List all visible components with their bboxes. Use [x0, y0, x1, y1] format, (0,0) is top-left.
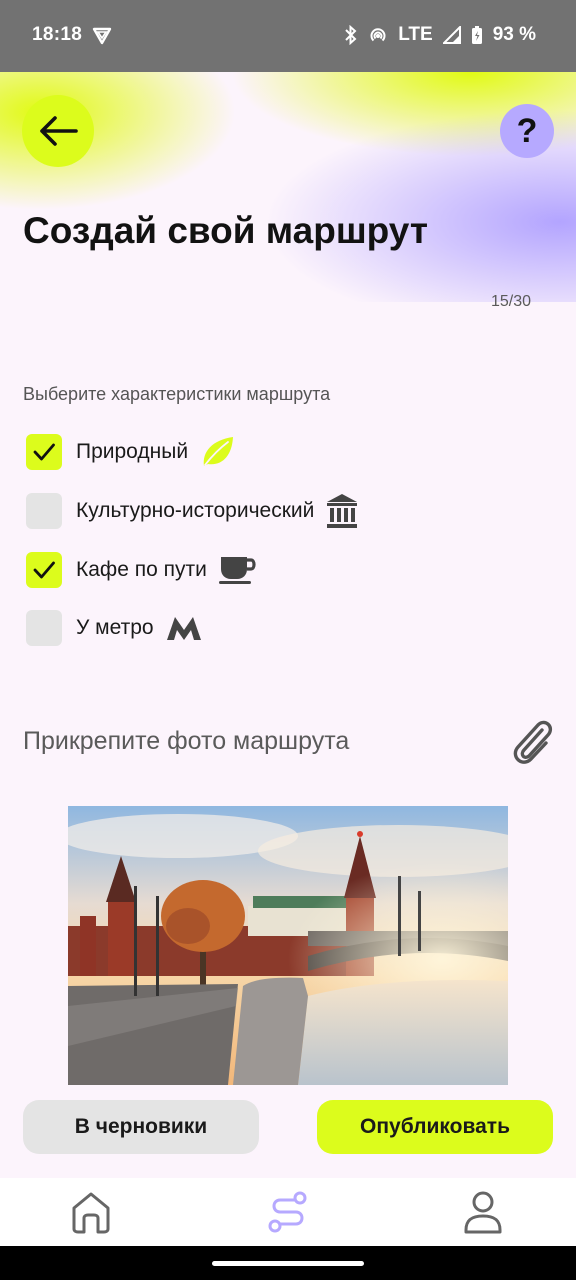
header-gradient: [0, 72, 576, 302]
attach-photo-label: Прикрепите фото маршрута: [23, 727, 350, 755]
step-counter: 15/30: [490, 293, 531, 310]
check-icon: [33, 561, 55, 579]
leaf-icon: [200, 434, 236, 470]
profile-icon[interactable]: [462, 1190, 504, 1234]
characteristics-label: Выберите характеристики маршрута: [23, 384, 331, 404]
metro-checkbox[interactable]: [26, 610, 62, 646]
bottom-nav: [0, 1178, 576, 1246]
arrow-left-icon: [40, 116, 78, 146]
shield-icon: [92, 27, 112, 45]
option-cafe[interactable]: Кафе по пути: [26, 552, 257, 588]
status-bar: 18:18 LTE 93 %: [0, 0, 576, 72]
route-photo: [68, 806, 508, 1085]
paperclip-icon[interactable]: [510, 718, 556, 768]
option-nature[interactable]: Природный: [26, 434, 236, 470]
bluetooth-icon: [345, 25, 357, 45]
publish-button[interactable]: Опубликовать: [317, 1100, 553, 1154]
option-nature-label: Природный: [76, 440, 189, 463]
publish-button-label: Опубликовать: [360, 1115, 510, 1138]
page-title: Создай свой маршрут: [23, 210, 428, 251]
signal-icon: [442, 26, 461, 44]
help-button[interactable]: ?: [500, 104, 554, 158]
option-cultural[interactable]: Культурно-исторический: [26, 493, 358, 529]
back-button[interactable]: [22, 95, 94, 167]
home-indicator[interactable]: [212, 1261, 364, 1266]
battery-percent: 93 %: [492, 24, 536, 45]
status-indicators: LTE 93 %: [344, 24, 536, 46]
home-icon[interactable]: [70, 1190, 112, 1234]
gesture-bar: [0, 1246, 576, 1280]
option-metro[interactable]: У метро: [26, 610, 202, 646]
draft-button-label: В черновики: [74, 1115, 208, 1138]
nature-checkbox[interactable]: [26, 434, 62, 470]
battery-icon: [471, 26, 482, 44]
museum-icon: [326, 493, 358, 529]
option-cafe-label: Кафе по пути: [76, 558, 207, 581]
status-time: 18:18: [32, 24, 83, 45]
option-metro-label: У метро: [76, 616, 154, 639]
cafe-checkbox[interactable]: [26, 552, 62, 588]
hotspot-icon: [370, 28, 386, 42]
cultural-checkbox[interactable]: [26, 493, 62, 529]
route-icon[interactable]: [266, 1190, 310, 1234]
help-label: ?: [516, 111, 538, 150]
draft-button[interactable]: В черновики: [23, 1100, 259, 1154]
option-cultural-label: Культурно-исторический: [76, 499, 315, 522]
network-type: LTE: [398, 24, 433, 45]
coffee-cup-icon: [218, 555, 257, 585]
check-icon: [33, 443, 55, 461]
metro-icon: [166, 615, 202, 641]
